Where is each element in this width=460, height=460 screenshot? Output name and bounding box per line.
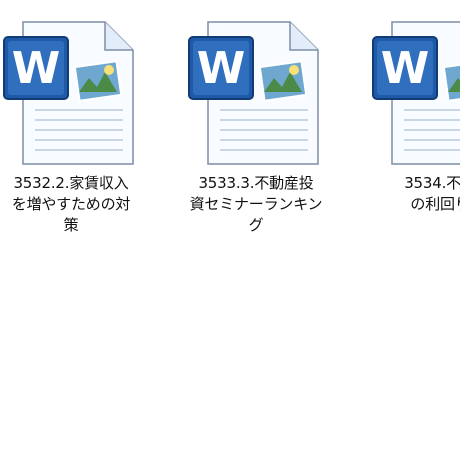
file-name-line: 資セミナーランキング	[189, 195, 323, 234]
file-name-line: 策	[63, 216, 79, 234]
file-name-label: 3533.3.不動産投 資セミナーランキング	[184, 173, 328, 236]
word-document-icon: W	[372, 21, 460, 165]
file-name-label: 3534.不動 の利回り	[368, 173, 460, 215]
file-item[interactable]: W 3532.2.家賃収入 を増やすための対 策	[0, 14, 149, 254]
word-document-icon: W	[3, 21, 134, 165]
file-name-line: の利回り	[410, 195, 460, 213]
file-name-line: を増やすための対	[11, 195, 131, 213]
file-name-label: 3532.2.家賃収入 を増やすための対 策	[0, 173, 143, 236]
file-item[interactable]: W 3533.3.不動産投 資セミナーランキング	[178, 14, 334, 254]
word-badge-letter: W	[12, 43, 61, 94]
file-item[interactable]: W 3534.不動 の利回り	[362, 14, 460, 254]
word-badge-letter: W	[197, 43, 246, 94]
file-name-line: 3534.不動	[404, 174, 460, 192]
file-browser-view: W 3532.2.家賃収入 を増やすための対 策 W 3533.3.不動産投 資…	[0, 0, 460, 460]
file-name-line: 3532.2.家賃収入	[13, 174, 129, 192]
word-badge-letter: W	[381, 43, 430, 94]
word-document-icon: W	[188, 21, 319, 165]
file-name-line: 3533.3.不動産投	[198, 174, 314, 192]
